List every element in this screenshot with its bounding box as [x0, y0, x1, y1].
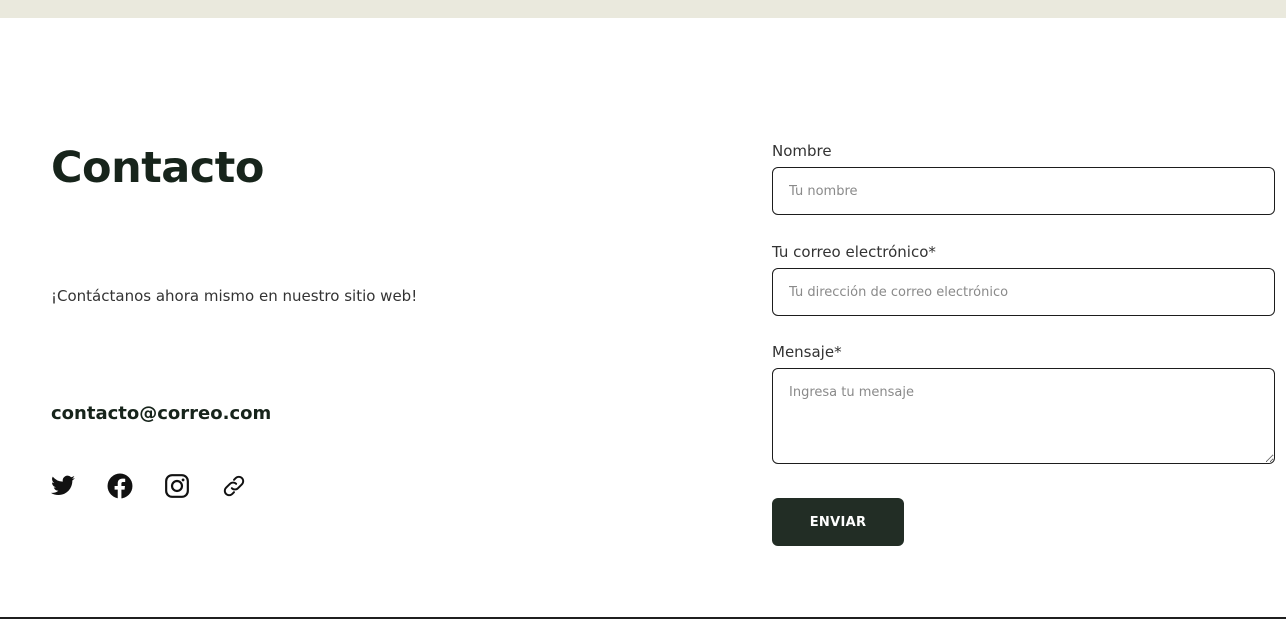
name-field-group: Nombre	[772, 141, 1275, 215]
message-textarea[interactable]	[772, 368, 1275, 464]
instagram-icon[interactable]	[164, 473, 190, 499]
name-input[interactable]	[772, 167, 1275, 215]
submit-button[interactable]: ENVIAR	[772, 498, 904, 546]
top-strip	[0, 0, 1286, 18]
contact-email-link[interactable]: contacto@correo.com	[51, 401, 271, 427]
email-label: Tu correo electrónico*	[772, 243, 936, 261]
email-input[interactable]	[772, 268, 1275, 316]
message-label: Mensaje*	[772, 343, 842, 361]
page-title: Contacto	[51, 143, 264, 193]
link-icon[interactable]	[221, 473, 247, 499]
email-field-group: Tu correo electrónico*	[772, 242, 1275, 316]
twitter-icon[interactable]	[50, 473, 76, 499]
facebook-icon[interactable]	[107, 473, 133, 499]
message-field-group: Mensaje*	[772, 342, 1275, 464]
name-label: Nombre	[772, 142, 832, 160]
intro-text: ¡Contáctanos ahora mismo en nuestro siti…	[51, 287, 418, 305]
social-links	[50, 473, 278, 499]
